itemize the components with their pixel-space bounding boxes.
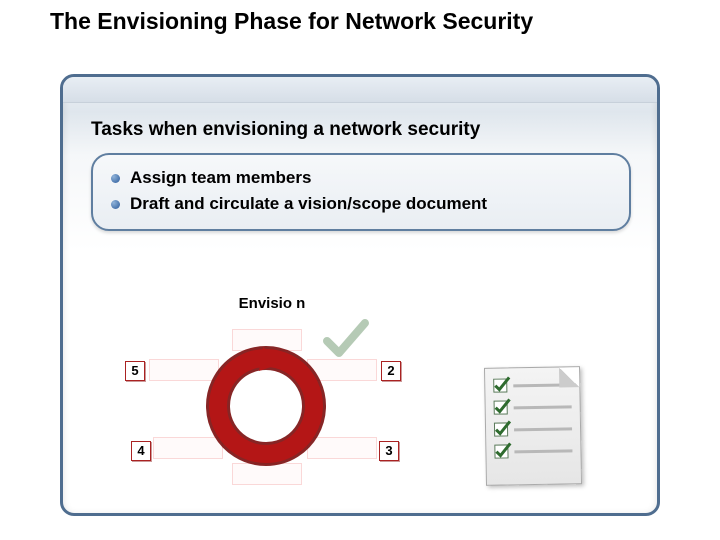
task-text: Assign team members [130, 168, 311, 188]
checklist-document-icon [484, 366, 582, 486]
task-row: Assign team members [111, 165, 611, 191]
checkmark-icon [323, 319, 369, 359]
checklist-row [493, 377, 571, 392]
checkbox-checked-icon [494, 400, 508, 414]
content-frame: Tasks when envisioning a network securit… [60, 74, 660, 516]
checklist-row [494, 443, 572, 458]
bullet-icon [111, 200, 120, 209]
subtitle: Tasks when envisioning a network securit… [91, 119, 629, 141]
checkbox-checked-icon [493, 378, 507, 392]
cycle-ring-icon [201, 341, 331, 471]
slide-title: The Envisioning Phase for Network Securi… [50, 8, 690, 34]
slide: The Envisioning Phase for Network Securi… [0, 0, 720, 540]
phase-number-2: 2 [381, 361, 401, 381]
text-line-icon [514, 427, 572, 431]
text-line-icon [513, 383, 571, 387]
text-line-icon [514, 405, 572, 409]
checklist-row [494, 399, 572, 414]
checkbox-checked-icon [494, 422, 508, 436]
checkbox-checked-icon [494, 444, 508, 458]
task-row: Draft and circulate a vision/scope docum… [111, 191, 611, 217]
envision-label: Envisio n [235, 295, 309, 313]
frame-header-bar [63, 77, 657, 103]
phase-number-3: 3 [379, 441, 399, 461]
tasks-box: Assign team members Draft and circulate … [91, 153, 631, 231]
text-line-icon [514, 449, 572, 453]
cycle-diagram: Envisio n 5 2 4 3 [123, 295, 403, 495]
task-text: Draft and circulate a vision/scope docum… [130, 194, 487, 214]
bullet-icon [111, 174, 120, 183]
phase-number-5: 5 [125, 361, 145, 381]
checklist-row [494, 421, 572, 436]
phase-number-4: 4 [131, 441, 151, 461]
